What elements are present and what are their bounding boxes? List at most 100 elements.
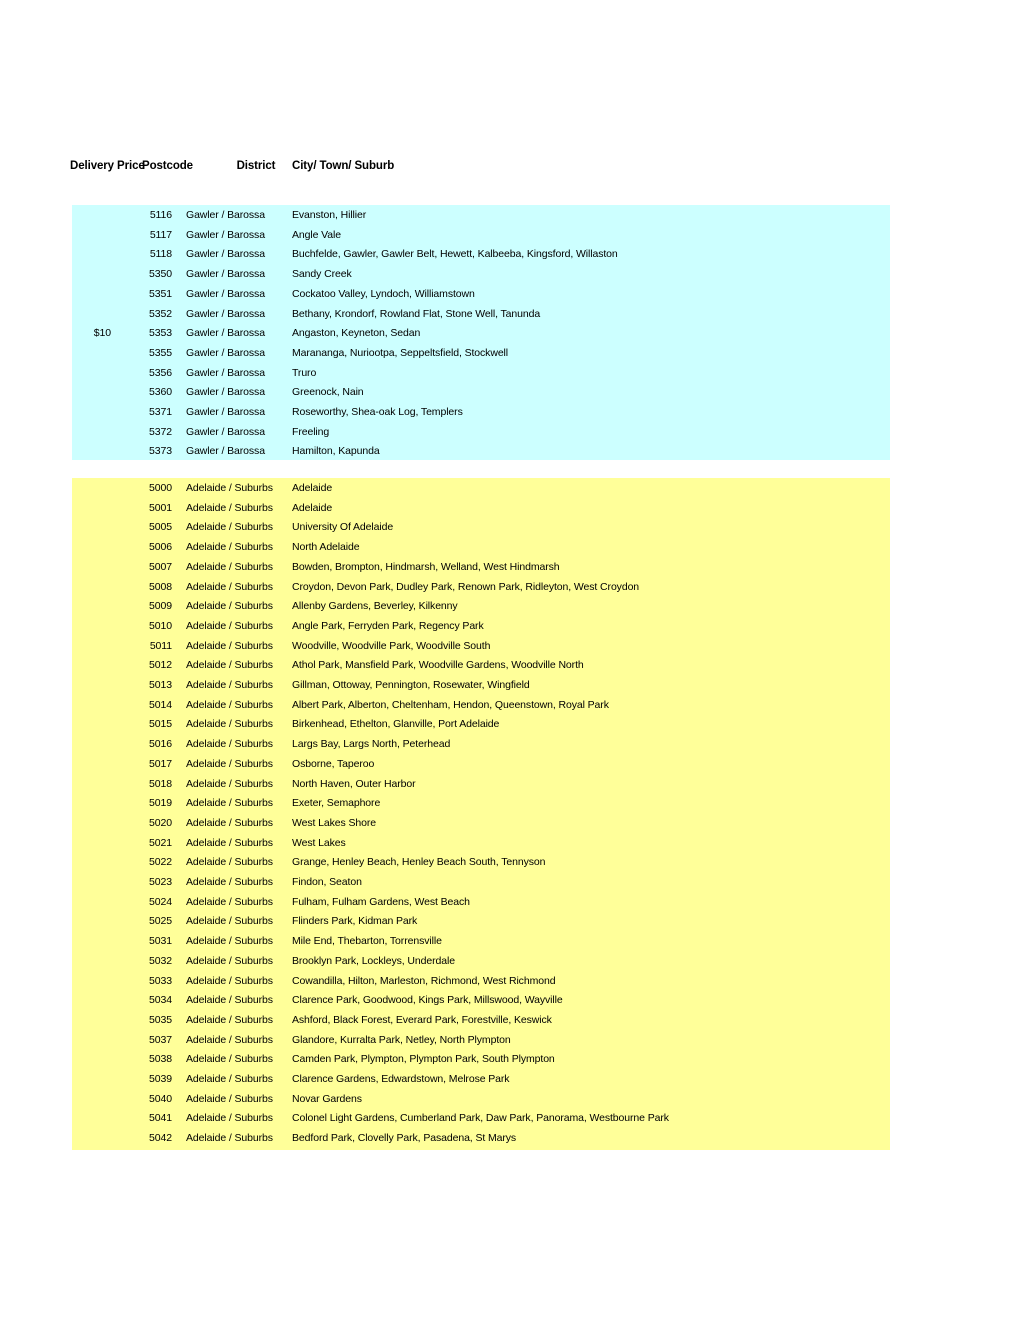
cell-postcode: 5012 xyxy=(149,659,172,672)
cell-city-town-suburb: Angaston, Keyneton, Sedan xyxy=(292,327,421,340)
cell-district: Adelaide / Suburbs xyxy=(186,1092,273,1105)
table-row: 5041 Adelaide / Suburbs Colonel Light Gard… xyxy=(72,1112,890,1132)
cell-postcode: 5022 xyxy=(149,856,172,869)
cell-postcode: 5021 xyxy=(149,836,172,849)
cell-postcode: 5016 xyxy=(149,738,172,751)
cell-postcode: 5000 xyxy=(149,482,172,494)
cell-district: Adelaide / Suburbs xyxy=(186,1112,273,1125)
cell-postcode: 5031 xyxy=(149,935,172,948)
cell-district: Gawler / Barossa xyxy=(186,268,265,281)
cell-postcode: 5034 xyxy=(149,994,172,1007)
cell-city-town-suburb: Athol Park, Mansfield Park, Woodville Ga… xyxy=(292,659,584,672)
cell-city-town-suburb: Bedford Park, Clovelly Park, Pasadena, S… xyxy=(292,1132,517,1145)
cell-district: Gawler / Barossa xyxy=(186,209,265,221)
table-row: 5017 Adelaide / Suburbs Osborne, Taperoo xyxy=(72,758,890,778)
table-row: 5032 Adelaide / Suburbs Brooklyn Park, Loc… xyxy=(72,955,890,975)
table-row: 5010 Adelaide / Suburbs Angle Park, Ferryd… xyxy=(72,620,890,640)
cell-district: Gawler / Barossa xyxy=(186,445,265,458)
section-adelaide-suburbs: 5000 Adelaide / Suburbs Adelaide 5001 Adelai… xyxy=(72,478,890,1150)
cell-postcode: 5008 xyxy=(149,580,172,593)
cell-district: Adelaide / Suburbs xyxy=(186,836,273,849)
cell-district: Gawler / Barossa xyxy=(186,346,265,359)
table-row: 5012 Adelaide / Suburbs Athol Park, Mansfi… xyxy=(72,659,890,679)
cell-postcode: 5033 xyxy=(149,974,172,987)
table-row: 5117 Gawler / Barossa Angle Vale xyxy=(72,229,890,249)
table-row: 5033 Adelaide / Suburbs Cowandilla, Hilton… xyxy=(72,975,890,995)
cell-postcode: 5010 xyxy=(149,619,172,632)
table-row: 5020 Adelaide / Suburbs West Lakes Shore xyxy=(72,817,890,837)
cell-postcode: 5042 xyxy=(149,1132,172,1145)
cell-district: Adelaide / Suburbs xyxy=(186,580,273,593)
cell-city-town-suburb: Croydon, Devon Park, Dudley Park, Renown… xyxy=(292,580,640,593)
cell-district: Gawler / Barossa xyxy=(186,406,265,418)
cell-district: Adelaide / Suburbs xyxy=(186,1073,273,1085)
cell-postcode: 5001 xyxy=(149,501,172,514)
cell-postcode: 5037 xyxy=(149,1033,172,1046)
cell-district: Adelaide / Suburbs xyxy=(186,935,273,948)
table-row: 5014 Adelaide / Suburbs Albert Park, Alber… xyxy=(72,699,890,719)
cell-district: Adelaide / Suburbs xyxy=(186,1053,273,1066)
cell-city-town-suburb: Gillman, Ottoway, Pennington, Rosewater,… xyxy=(292,679,530,691)
table-row: $10 5353 Gawler / Barossa Angaston, Keyneto… xyxy=(72,327,890,347)
table-row: 5019 Adelaide / Suburbs Exeter, Semaphore xyxy=(72,797,890,817)
cell-postcode: 5013 xyxy=(149,679,172,691)
cell-district: Adelaide / Suburbs xyxy=(186,777,273,790)
table-row: 5352 Gawler / Barossa Bethany, Krondorf, R… xyxy=(72,308,890,328)
cell-city-town-suburb: Greenock, Nain xyxy=(292,386,364,399)
cell-city-town-suburb: Camden Park, Plympton, Plympton Park, So… xyxy=(292,1053,555,1066)
table-row: 5371 Gawler / Barossa Roseworthy, Shea-oak… xyxy=(72,406,890,426)
cell-postcode: 5011 xyxy=(149,639,172,652)
cell-postcode: 5038 xyxy=(149,1053,172,1066)
cell-postcode: 5009 xyxy=(149,600,172,613)
cell-district: Adelaide / Suburbs xyxy=(186,639,273,652)
table-row: 5355 Gawler / Barossa Marananga, Nuriootpa… xyxy=(72,347,890,367)
cell-district: Adelaide / Suburbs xyxy=(186,718,273,731)
cell-postcode: 5040 xyxy=(149,1092,172,1105)
cell-district: Adelaide / Suburbs xyxy=(186,1132,273,1145)
section-gawler-barossa: 5116 Gawler / Barossa Evanston, Hillier 511… xyxy=(72,205,890,460)
cell-city-town-suburb: Adelaide xyxy=(292,482,333,494)
cell-district: Gawler / Barossa xyxy=(186,425,265,438)
cell-city-town-suburb: Colonel Light Gardens, Cumberland Park, … xyxy=(292,1112,669,1125)
cell-postcode: 5352 xyxy=(149,307,172,320)
table-row: 5009 Adelaide / Suburbs Allenby Gardens, B… xyxy=(72,600,890,620)
cell-postcode: 5353 xyxy=(149,327,172,340)
cell-city-town-suburb: Flinders Park, Kidman Park xyxy=(292,915,418,928)
table-row: 5015 Adelaide / Suburbs Birkenhead, Ethelt… xyxy=(72,718,890,738)
cell-city-town-suburb: Grange, Henley Beach, Henley Beach South… xyxy=(292,856,546,869)
cell-postcode: 5117 xyxy=(149,228,172,241)
cell-city-town-suburb: Albert Park, Alberton, Cheltenham, Hendo… xyxy=(292,698,609,711)
cell-postcode: 5025 xyxy=(149,915,172,928)
cell-district: Adelaide / Suburbs xyxy=(186,679,273,691)
table-row: 5024 Adelaide / Suburbs Fulham, Fulham Gar… xyxy=(72,896,890,916)
table-row: 5039 Adelaide / Suburbs Clarence Gardens, … xyxy=(72,1073,890,1093)
cell-district: Adelaide / Suburbs xyxy=(186,994,273,1007)
cell-district: Adelaide / Suburbs xyxy=(186,501,273,514)
cell-district: Adelaide / Suburbs xyxy=(186,974,273,987)
cell-city-town-suburb: Angle Vale xyxy=(292,228,342,241)
table-row: 5001 Adelaide / Suburbs Adelaide xyxy=(72,502,890,522)
cell-postcode: 5024 xyxy=(149,895,172,908)
cell-district: Gawler / Barossa xyxy=(186,307,265,320)
cell-postcode: 5351 xyxy=(149,287,172,300)
cell-city-town-suburb: Fulham, Fulham Gardens, West Beach xyxy=(292,895,470,908)
cell-postcode: 5355 xyxy=(149,346,172,359)
cell-postcode: 5017 xyxy=(149,757,172,770)
cell-city-town-suburb: Findon, Seaton xyxy=(292,876,362,888)
cell-district: Gawler / Barossa xyxy=(186,327,265,340)
cell-city-town-suburb: Sandy Creek xyxy=(292,268,352,281)
header-postcode: Postcode xyxy=(142,160,193,172)
table-row: 5000 Adelaide / Suburbs Adelaide xyxy=(72,482,890,502)
cell-city-town-suburb: Cockatoo Valley, Lyndoch, Williamstown xyxy=(292,287,475,300)
cell-district: Adelaide / Suburbs xyxy=(186,738,273,751)
cell-city-town-suburb: Truro xyxy=(292,366,317,379)
cell-city-town-suburb: Exeter, Semaphore xyxy=(292,797,381,810)
cell-district: Adelaide / Suburbs xyxy=(186,521,273,534)
cell-district: Adelaide / Suburbs xyxy=(186,816,273,829)
cell-district: Adelaide / Suburbs xyxy=(186,1013,273,1026)
cell-delivery-price: $10 xyxy=(93,327,111,340)
cell-city-town-suburb: Bethany, Krondorf, Rowland Flat, Stone W… xyxy=(292,307,541,320)
cell-district: Adelaide / Suburbs xyxy=(186,698,273,711)
cell-city-town-suburb: Woodville, Woodville Park, Woodville Sou… xyxy=(292,639,491,652)
header-delivery-price: Delivery Price xyxy=(70,160,145,172)
